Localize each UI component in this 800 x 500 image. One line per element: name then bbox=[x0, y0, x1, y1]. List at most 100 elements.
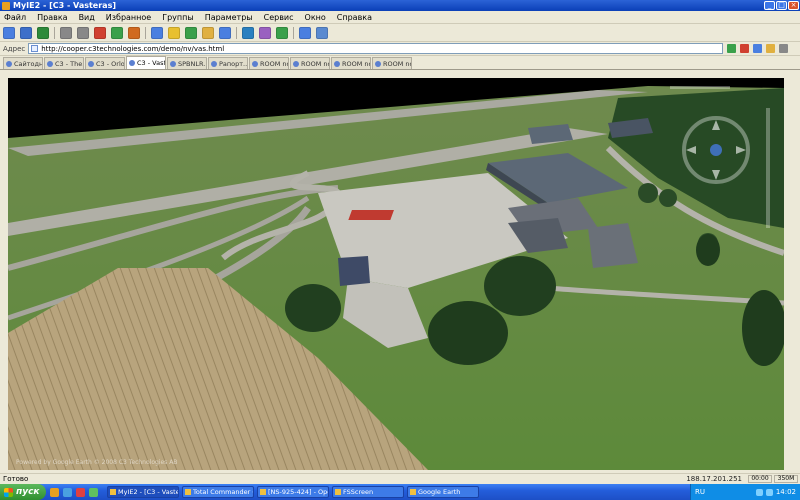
windows-logo-icon bbox=[4, 487, 13, 497]
go-icon[interactable] bbox=[727, 44, 737, 53]
tab-label: Рапорт... bbox=[219, 59, 248, 68]
tile-icon[interactable] bbox=[316, 26, 328, 39]
menu-groups[interactable]: Группы bbox=[162, 13, 193, 22]
tab-page-icon bbox=[47, 60, 53, 67]
maximize-button[interactable]: □ bbox=[776, 1, 787, 10]
tab-page-icon bbox=[334, 60, 340, 67]
taskbar-task-1[interactable]: Total Commander 6.5... bbox=[182, 486, 254, 498]
links-icon[interactable] bbox=[753, 44, 763, 53]
quicklaunch-media-icon[interactable] bbox=[76, 487, 85, 497]
mail-icon[interactable] bbox=[219, 26, 231, 39]
tab-label: ROOM no... bbox=[301, 59, 329, 68]
tab-page-icon bbox=[6, 60, 12, 67]
start-label: пуск bbox=[16, 487, 40, 497]
address-bar: Адрес http://cooper.c3technologies.com/d… bbox=[0, 42, 800, 56]
map-view[interactable]: Powered by Google Earth © 2008 C3 Techno… bbox=[8, 78, 784, 470]
page-icon bbox=[31, 45, 39, 52]
tab-page-icon bbox=[375, 60, 381, 67]
task-app-icon bbox=[410, 489, 416, 495]
new-page-icon[interactable] bbox=[3, 26, 15, 39]
toolbar-separator bbox=[145, 26, 146, 39]
search-icon[interactable] bbox=[151, 26, 163, 39]
tab-page-icon bbox=[170, 60, 176, 67]
tools-icon[interactable] bbox=[276, 26, 288, 39]
tab-0[interactable]: Сайтоднев bbox=[3, 57, 43, 69]
menu-window[interactable]: Окно bbox=[305, 13, 326, 22]
tab-6[interactable]: ROOM no... bbox=[249, 57, 289, 69]
star-icon[interactable] bbox=[168, 26, 180, 39]
taskbar-task-4[interactable]: Google Earth bbox=[407, 486, 479, 498]
network-icon[interactable] bbox=[755, 488, 763, 496]
quicklaunch-app-icon[interactable] bbox=[89, 487, 98, 497]
back-icon[interactable] bbox=[60, 26, 72, 39]
language-indicator[interactable]: RU bbox=[695, 488, 705, 496]
volume-icon[interactable] bbox=[765, 488, 773, 496]
task-app-icon bbox=[185, 489, 191, 495]
app-icon bbox=[2, 1, 10, 10]
tab-9[interactable]: ROOM no... bbox=[372, 57, 412, 69]
forward-icon[interactable] bbox=[77, 26, 89, 39]
tab-2[interactable]: C3 - Orlo... bbox=[85, 57, 125, 69]
menu-help[interactable]: Справка bbox=[337, 13, 372, 22]
toolbar-separator bbox=[54, 26, 55, 39]
tab-label: ROOM no... bbox=[260, 59, 288, 68]
tab-3[interactable]: C3 - Vasteras bbox=[126, 56, 166, 69]
address-input[interactable]: http://cooper.c3technologies.com/demo/nv… bbox=[28, 43, 724, 54]
task-app-icon bbox=[260, 489, 266, 495]
tab-5[interactable]: Рапорт... bbox=[208, 57, 248, 69]
tab-label: Сайтоднев bbox=[14, 59, 43, 68]
stop-icon[interactable] bbox=[94, 26, 106, 39]
globe-icon[interactable] bbox=[242, 26, 254, 39]
tab-label: C3 - The... bbox=[55, 59, 83, 68]
taskbar-task-3[interactable]: FSScreen bbox=[332, 486, 404, 498]
favorites-icon[interactable] bbox=[37, 26, 49, 39]
toolbar-separator bbox=[236, 26, 237, 39]
quicklaunch-desktop-icon[interactable] bbox=[63, 487, 72, 497]
tab-page-icon bbox=[293, 60, 299, 67]
status-time: 00:00 bbox=[748, 475, 772, 483]
menu-favorites[interactable]: Избранное bbox=[106, 13, 151, 22]
menu-tools[interactable]: Сервис bbox=[264, 13, 294, 22]
minimize-button[interactable]: _ bbox=[764, 1, 775, 10]
home-icon[interactable] bbox=[128, 26, 140, 39]
status-size: 350M bbox=[774, 475, 798, 483]
taskbar: пуск MyIE2 - [C3 - Vasteras] Total Comman… bbox=[0, 484, 800, 500]
title-bar: MyIE2 - [C3 - Vasteras] _ □ × bbox=[0, 0, 800, 11]
task-app-icon bbox=[110, 489, 116, 495]
clock[interactable]: 14:02 bbox=[776, 488, 796, 496]
system-tray: RU 14:02 bbox=[690, 484, 800, 500]
quicklaunch-browser-icon[interactable] bbox=[50, 487, 59, 497]
tab-8[interactable]: ROOM no... bbox=[331, 57, 371, 69]
map-watermark: Powered by Google Earth © 2008 C3 Techno… bbox=[16, 459, 178, 466]
menu-view[interactable]: Вид bbox=[79, 13, 95, 22]
block-icon[interactable] bbox=[740, 44, 750, 53]
taskbar-task-2[interactable]: [NS-925-424] - Ope... bbox=[257, 486, 329, 498]
tab-4[interactable]: SPBNLR... bbox=[167, 57, 207, 69]
status-text: Готово bbox=[3, 475, 29, 483]
popup-icon[interactable] bbox=[766, 44, 776, 53]
task-label: FSScreen bbox=[343, 488, 374, 496]
taskbar-task-0[interactable]: MyIE2 - [C3 - Vasteras] bbox=[107, 486, 179, 498]
folder-icon[interactable] bbox=[202, 26, 214, 39]
aerial-3d-map bbox=[8, 78, 784, 470]
user-icon[interactable] bbox=[259, 26, 271, 39]
tab-page-icon bbox=[211, 60, 217, 67]
menu-file[interactable]: Файл bbox=[4, 13, 26, 22]
start-button[interactable]: пуск bbox=[0, 484, 46, 500]
address-url: http://cooper.c3technologies.com/demo/nv… bbox=[41, 44, 225, 53]
toolbar bbox=[0, 24, 800, 42]
tab-label: ROOM no... bbox=[342, 59, 370, 68]
window-title: MyIE2 - [C3 - Vasteras] bbox=[13, 1, 116, 10]
history-icon[interactable] bbox=[185, 26, 197, 39]
tab-1[interactable]: C3 - The... bbox=[44, 57, 84, 69]
save-icon[interactable] bbox=[20, 26, 32, 39]
menu-options[interactable]: Параметры bbox=[205, 13, 253, 22]
options-icon[interactable] bbox=[779, 44, 789, 53]
close-button[interactable]: × bbox=[788, 1, 799, 10]
window-icon[interactable] bbox=[299, 26, 311, 39]
menu-edit[interactable]: Правка bbox=[37, 13, 67, 22]
task-list: MyIE2 - [C3 - Vasteras] Total Commander 6… bbox=[104, 486, 479, 498]
address-label: Адрес bbox=[3, 44, 26, 53]
refresh-icon[interactable] bbox=[111, 26, 123, 39]
tab-7[interactable]: ROOM no... bbox=[290, 57, 330, 69]
